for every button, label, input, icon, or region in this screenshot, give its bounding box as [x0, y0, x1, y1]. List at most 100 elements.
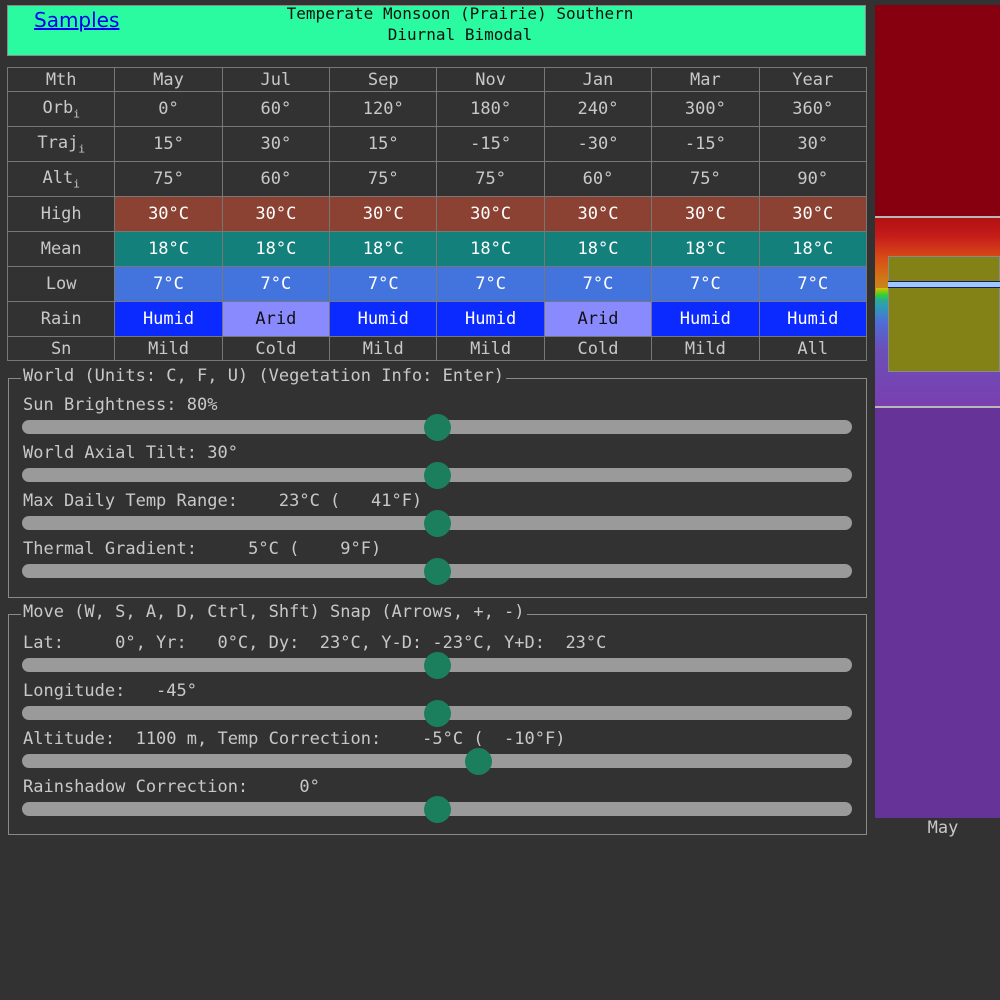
move-settings-legend: Move (W, S, A, D, Ctrl, Shft) Snap (Arro…: [21, 602, 527, 622]
table-cell: Cold: [543, 336, 653, 361]
table-cell: Arid: [221, 301, 331, 337]
table-cell: 7°C: [436, 266, 545, 302]
row-label: Rain: [6, 301, 116, 337]
table-row-trajectory: Traji 15° 30° 15° -15° -30° -15° 30°: [6, 126, 868, 162]
column-header: Jul: [221, 67, 331, 92]
latitude-thumb[interactable]: [423, 652, 451, 679]
column-header: Year: [758, 67, 868, 92]
table-cell: 7°C: [651, 266, 760, 302]
climate-panel-range-box: [888, 256, 1000, 372]
column-header: Sep: [329, 67, 438, 92]
axial-tilt-thumb[interactable]: [423, 462, 451, 489]
table-cell: 120°: [329, 91, 438, 127]
table-cell: 18°C: [221, 231, 331, 267]
table-row-rain: Rain Humid Arid Humid Humid Arid Humid H…: [6, 301, 868, 337]
table-cell: 30°C: [114, 196, 223, 232]
table-cell: -15°: [436, 126, 545, 162]
table-cell: 180°: [436, 91, 545, 127]
table-cell: 18°C: [543, 231, 653, 267]
longitude-label: Longitude: -45°: [23, 681, 197, 701]
table-row-high: High 30°C 30°C 30°C 30°C 30°C 30°C 30°C: [6, 196, 868, 232]
table-cell: Humid: [114, 301, 223, 337]
climate-panel-marker: [876, 288, 888, 302]
column-header: Mar: [651, 67, 760, 92]
climate-panel-mean-bar: [888, 281, 1000, 288]
table-cell: 7°C: [758, 266, 868, 302]
axial-tilt-label: World Axial Tilt: 30°: [23, 443, 238, 463]
altitude-slider[interactable]: [22, 754, 852, 768]
table-cell: 18°C: [329, 231, 438, 267]
table-cell: Humid: [436, 301, 545, 337]
column-header: Nov: [436, 67, 545, 92]
world-settings-legend: World (Units: C, F, U) (Vegetation Info:…: [21, 366, 507, 386]
climate-table: Mth May Jul Sep Nov Jan Mar Year Orbi 0°…: [6, 67, 868, 361]
rainshadow-thumb[interactable]: [423, 796, 451, 823]
table-cell: 30°C: [221, 196, 331, 232]
longitude-thumb[interactable]: [423, 700, 451, 727]
table-row-low: Low 7°C 7°C 7°C 7°C 7°C 7°C 7°C: [6, 266, 868, 302]
table-row-orbit: Orbi 0° 60° 120° 180° 240° 300° 360°: [6, 91, 868, 127]
table-cell: 15°: [114, 126, 223, 162]
climate-panel-divider: [875, 216, 1000, 218]
latitude-label: Lat: 0°, Yr: 0°C, Dy: 23°C, Y-D: -23°C, …: [23, 633, 607, 653]
table-cell: 30°C: [758, 196, 868, 232]
column-header: Mth: [6, 67, 116, 92]
table-cell: Mild: [329, 336, 438, 361]
table-cell: 75°: [329, 161, 438, 197]
table-row-mean: Mean 18°C 18°C 18°C 18°C 18°C 18°C 18°C: [6, 231, 868, 267]
table-cell: 60°: [543, 161, 653, 197]
table-cell: 15°: [329, 126, 438, 162]
temp-range-label: Max Daily Temp Range: 23°C ( 41°F): [23, 491, 423, 511]
table-cell: 30°C: [543, 196, 653, 232]
climate-title: Temperate Monsoon (Prairie) Southern Diu…: [180, 3, 740, 45]
row-label: High: [6, 196, 116, 232]
table-cell: 75°: [436, 161, 545, 197]
climate-panel-month-label: May: [927, 818, 959, 838]
table-cell: 0°: [114, 91, 223, 127]
altitude-thumb[interactable]: [465, 748, 492, 775]
row-label: Traji: [6, 126, 116, 162]
row-label: Mean: [6, 231, 116, 267]
table-cell: Humid: [758, 301, 868, 337]
table-cell: 7°C: [221, 266, 331, 302]
column-header: Jan: [543, 67, 653, 92]
table-cell: Humid: [651, 301, 760, 337]
table-cell: Cold: [221, 336, 331, 361]
altitude-label: Altitude: 1100 m, Temp Correction: -5°C …: [23, 729, 566, 749]
sun-brightness-thumb[interactable]: [423, 414, 451, 441]
row-label: Alti: [6, 161, 116, 197]
row-label: Sn: [6, 336, 116, 361]
table-cell: 18°C: [114, 231, 223, 267]
thermal-gradient-label: Thermal Gradient: 5°C ( 9°F): [23, 539, 382, 559]
table-cell: 30°: [758, 126, 868, 162]
table-cell: 7°C: [543, 266, 653, 302]
climate-title-line2: Diurnal Bimodal: [387, 25, 533, 44]
table-cell: 75°: [651, 161, 760, 197]
samples-link[interactable]: Samples: [34, 8, 119, 32]
table-cell: Mild: [114, 336, 223, 361]
climate-panel-high-zone: [875, 5, 1000, 216]
table-cell: 60°: [221, 91, 331, 127]
rainshadow-label: Rainshadow Correction: 0°: [23, 777, 320, 797]
table-cell: 7°C: [329, 266, 438, 302]
table-cell: -30°: [543, 126, 653, 162]
table-cell: 240°: [543, 91, 653, 127]
column-header: May: [114, 67, 223, 92]
temp-range-thumb[interactable]: [423, 510, 451, 537]
table-cell: 18°C: [758, 231, 868, 267]
table-cell: 75°: [114, 161, 223, 197]
table-cell: 30°C: [651, 196, 760, 232]
table-row-season: Sn Mild Cold Mild Mild Cold Mild All: [6, 336, 868, 361]
table-cell: Arid: [543, 301, 653, 337]
table-cell: 7°C: [114, 266, 223, 302]
climate-title-line1: Temperate Monsoon (Prairie) Southern: [286, 4, 634, 23]
table-cell: 360°: [758, 91, 868, 127]
table-cell: Mild: [436, 336, 545, 361]
table-cell: 300°: [651, 91, 760, 127]
table-cell: All: [758, 336, 868, 361]
table-cell: 18°C: [651, 231, 760, 267]
sun-brightness-label: Sun Brightness: 80%: [23, 395, 218, 415]
climate-panel-low-zone: [875, 408, 1000, 818]
thermal-gradient-thumb[interactable]: [423, 558, 451, 585]
table-cell: 18°C: [436, 231, 545, 267]
